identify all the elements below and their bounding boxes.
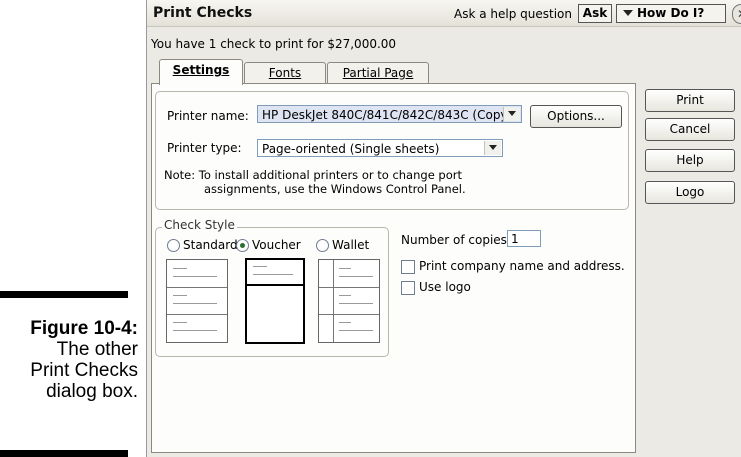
printer-type-label: Printer type: bbox=[167, 141, 242, 155]
preview-divider bbox=[319, 287, 379, 288]
figure-label: Figure 10-4: bbox=[30, 318, 138, 339]
tab-settings-label: Settings bbox=[172, 63, 230, 77]
preview-line bbox=[339, 303, 373, 304]
preview-divider bbox=[319, 314, 379, 315]
wallet-label[interactable]: Wallet bbox=[332, 238, 369, 252]
printer-type-value: Page-oriented (Single sheets) bbox=[262, 142, 440, 156]
settings-panel: Printer name: HP DeskJet 840C/841C/842C/… bbox=[151, 83, 636, 453]
preview-stub-divider bbox=[333, 260, 334, 342]
how-do-i-label: How Do I? bbox=[637, 6, 705, 20]
preview-line bbox=[173, 276, 217, 277]
cancel-button[interactable]: Cancel bbox=[645, 118, 735, 141]
voucher-radio[interactable] bbox=[236, 239, 249, 252]
caption-line-2: Print Checks bbox=[30, 360, 138, 381]
ask-button[interactable]: Ask bbox=[578, 4, 612, 23]
preview-line bbox=[253, 266, 267, 267]
copies-label: Number of copies: bbox=[401, 233, 511, 247]
preview-line bbox=[339, 330, 373, 331]
caption-top-bar bbox=[0, 291, 128, 298]
printer-name-value: HP DeskJet 840C/841C/842C/843C (Copy bbox=[262, 108, 508, 122]
standard-preview[interactable] bbox=[166, 259, 228, 343]
preview-line bbox=[339, 268, 351, 269]
preview-line bbox=[339, 322, 351, 323]
note-line-2: assignments, use the Windows Control Pan… bbox=[204, 182, 466, 196]
preview-line bbox=[173, 330, 217, 331]
preview-line bbox=[339, 276, 373, 277]
preview-line bbox=[173, 322, 187, 323]
dialog-title: Print Checks bbox=[153, 5, 253, 21]
preview-line bbox=[253, 274, 293, 275]
standard-label[interactable]: Standard bbox=[183, 238, 238, 252]
wallet-preview[interactable] bbox=[318, 259, 380, 343]
chevron-down-icon[interactable] bbox=[484, 141, 501, 155]
preview-line bbox=[173, 268, 187, 269]
close-icon[interactable]: ✕ bbox=[732, 4, 741, 24]
printer-name-label: Printer name: bbox=[167, 109, 249, 123]
print-button[interactable]: Print bbox=[645, 89, 735, 112]
voucher-preview[interactable] bbox=[245, 258, 305, 344]
caption-line-3: dialog box. bbox=[46, 381, 138, 402]
help-button[interactable]: Help bbox=[645, 149, 735, 172]
note-line-1: Note: To install additional printers or … bbox=[164, 168, 463, 182]
options-button[interactable]: Options... bbox=[530, 105, 622, 128]
print-company-checkbox[interactable] bbox=[401, 260, 415, 274]
logo-button[interactable]: Logo bbox=[645, 181, 735, 204]
printer-note: Note: To install additional printers or … bbox=[164, 168, 466, 196]
chevron-down-icon[interactable] bbox=[503, 107, 520, 121]
help-question-prompt[interactable]: Ask a help question bbox=[454, 7, 572, 21]
printer-name-select[interactable]: HP DeskJet 840C/841C/842C/843C (Copy bbox=[257, 105, 522, 123]
use-logo-checkbox[interactable] bbox=[401, 281, 415, 295]
tab-settings[interactable]: Settings bbox=[159, 59, 243, 85]
checks-summary: You have 1 check to print for $27,000.00 bbox=[151, 37, 397, 51]
title-bar: Print Checks Ask a help question Ask How… bbox=[147, 0, 741, 27]
tab-partial-page-label: Partial Page bbox=[342, 66, 414, 80]
tab-fonts-label: Fonts bbox=[268, 66, 302, 80]
tab-fonts[interactable]: Fonts bbox=[244, 62, 326, 84]
preview-line bbox=[173, 295, 187, 296]
check-style-legend: Check Style bbox=[162, 218, 237, 232]
caption-bottom-bar bbox=[0, 450, 128, 457]
print-company-label[interactable]: Print company name and address. bbox=[419, 259, 625, 273]
printer-type-select[interactable]: Page-oriented (Single sheets) bbox=[257, 139, 503, 157]
use-logo-label[interactable]: Use logo bbox=[419, 280, 471, 294]
preview-line bbox=[173, 303, 217, 304]
copies-input[interactable]: 1 bbox=[507, 230, 541, 247]
wallet-radio[interactable] bbox=[316, 239, 329, 252]
tab-partial-page[interactable]: Partial Page bbox=[327, 62, 429, 84]
preview-line bbox=[339, 295, 351, 296]
how-do-i-button[interactable]: How Do I? bbox=[616, 4, 726, 23]
voucher-label[interactable]: Voucher bbox=[252, 238, 301, 252]
figure-caption: Figure 10-4: The other Print Checks dial… bbox=[0, 318, 138, 402]
standard-radio[interactable] bbox=[167, 239, 180, 252]
caption-line-1: The other bbox=[56, 339, 138, 360]
preview-divider bbox=[247, 284, 303, 286]
preview-divider bbox=[167, 287, 227, 288]
print-checks-dialog: Print Checks Ask a help question Ask How… bbox=[146, 0, 741, 457]
chevron-down-icon bbox=[623, 10, 633, 16]
preview-divider bbox=[167, 314, 227, 315]
